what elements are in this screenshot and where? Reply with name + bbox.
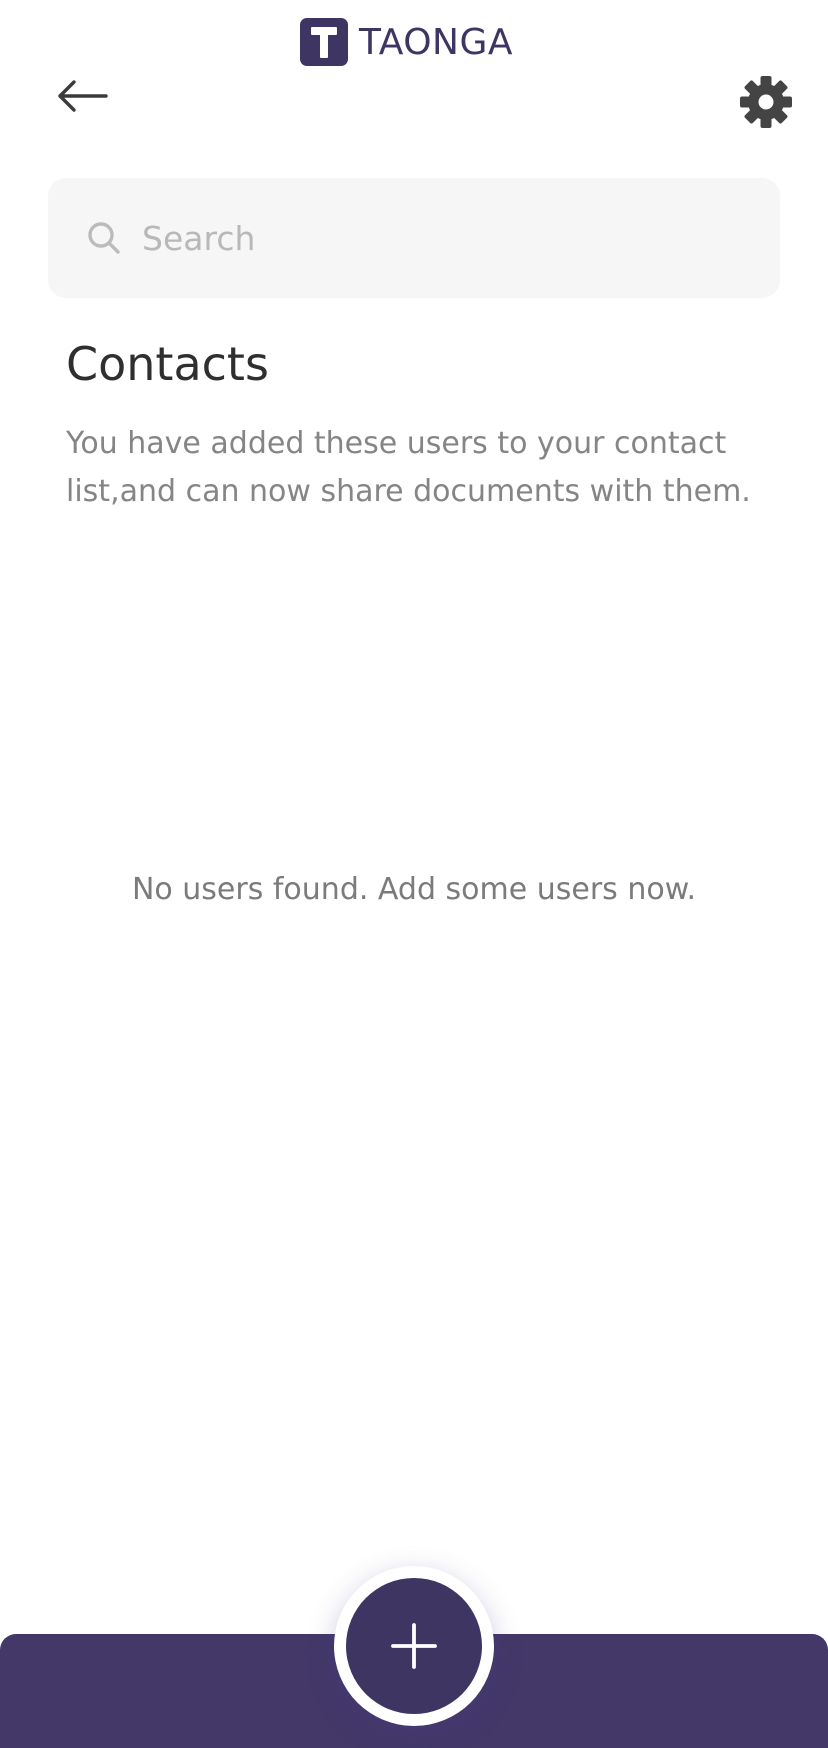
search-bar[interactable] <box>48 178 780 298</box>
gear-icon <box>740 76 792 128</box>
page-description: You have added these users to your conta… <box>66 426 751 509</box>
empty-state-message: No users found. Add some users now. <box>131 872 697 907</box>
arrow-left-icon <box>58 80 108 112</box>
back-button[interactable] <box>52 72 112 120</box>
app-header: TAONGA <box>0 0 828 150</box>
search-input[interactable] <box>142 204 752 272</box>
taonga-logo-icon <box>300 18 348 66</box>
add-user-button[interactable] <box>334 1566 494 1726</box>
search-icon <box>88 222 120 254</box>
brand-name: TAONGA <box>359 21 513 63</box>
brand-logo: TAONGA <box>300 18 513 66</box>
add-user-button-circle <box>346 1578 482 1714</box>
page-title: Contacts <box>66 337 269 391</box>
settings-button[interactable] <box>734 70 798 134</box>
plus-icon <box>391 1623 437 1669</box>
